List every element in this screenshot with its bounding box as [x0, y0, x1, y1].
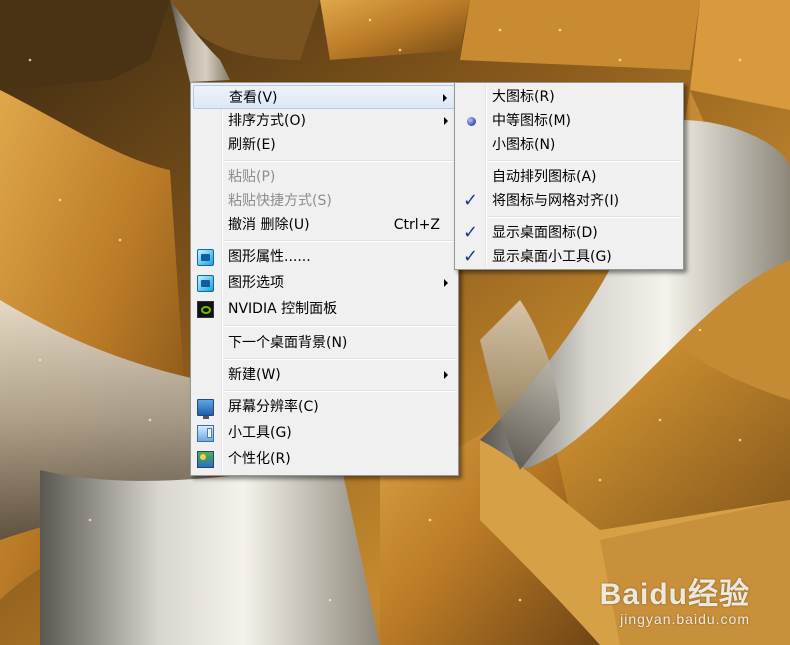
- menu-item-refresh[interactable]: 刷新(E): [193, 133, 456, 157]
- menu-item-label: 下一个桌面背景(N): [228, 335, 348, 351]
- personalize-icon: [197, 451, 214, 468]
- menu-item-next-background[interactable]: 下一个桌面背景(N): [193, 331, 456, 355]
- menu-item-show-desktop-icons[interactable]: ✓ 显示桌面图标(D): [457, 221, 681, 245]
- submenu-arrow-icon: [444, 117, 448, 125]
- menu-item-label: 粘贴快捷方式(S): [228, 193, 332, 209]
- nvidia-icon: [197, 301, 214, 318]
- menu-item-label: 自动排列图标(A): [492, 169, 597, 185]
- intel-graphics-icon: [197, 275, 214, 292]
- menu-item-label: 显示桌面图标(D): [492, 225, 598, 241]
- menu-item-sort-by[interactable]: 排序方式(O): [193, 109, 456, 133]
- menu-item-label: 将图标与网格对齐(I): [492, 193, 620, 209]
- watermark-url: jingyan.baidu.com: [620, 611, 750, 627]
- menu-item-label: 中等图标(M): [492, 113, 572, 129]
- desktop-context-menu: 查看(V) 排序方式(O) 刷新(E) 粘贴(P) 粘贴快捷方式(S) 撤消 删…: [190, 82, 459, 476]
- menu-item-nvidia-control-panel[interactable]: NVIDIA 控制面板: [193, 297, 456, 321]
- menu-item-graphics-options[interactable]: 图形选项: [193, 271, 456, 295]
- radio-bullet-icon: [467, 117, 476, 126]
- menu-item-undo-delete[interactable]: 撤消 删除(U) Ctrl+Z: [193, 213, 456, 237]
- menu-item-label: 图形属性......: [228, 249, 311, 265]
- menu-item-label: 大图标(R): [492, 89, 555, 105]
- menu-item-large-icons[interactable]: 大图标(R): [457, 85, 681, 109]
- checkmark-icon: ✓: [463, 190, 479, 211]
- menu-item-paste-shortcut[interactable]: 粘贴快捷方式(S): [193, 189, 456, 213]
- menu-item-graphics-properties[interactable]: 图形属性......: [193, 245, 456, 269]
- menu-separator: [223, 358, 456, 360]
- menu-item-label: 个性化(R): [228, 451, 291, 467]
- menu-separator: [223, 240, 456, 242]
- view-submenu: 大图标(R) 中等图标(M) 小图标(N) 自动排列图标(A) ✓ 将图标与网格…: [454, 82, 684, 270]
- menu-item-label: 撤消 删除(U): [228, 217, 310, 233]
- menu-item-label: 刷新(E): [228, 137, 276, 153]
- submenu-arrow-icon: [444, 279, 448, 287]
- menu-item-auto-arrange[interactable]: 自动排列图标(A): [457, 165, 681, 189]
- menu-separator: [487, 160, 681, 162]
- menu-item-label: 小工具(G): [228, 425, 292, 441]
- menu-item-medium-icons[interactable]: 中等图标(M): [457, 109, 681, 133]
- monitor-icon: [197, 399, 214, 419]
- menu-item-new[interactable]: 新建(W): [193, 363, 456, 387]
- baidu-watermark: Baidu经验 jingyan.baidu.com: [599, 578, 750, 628]
- intel-graphics-icon: [197, 249, 214, 266]
- menu-item-label: 排序方式(O): [228, 113, 306, 129]
- submenu-arrow-icon: [443, 94, 447, 102]
- submenu-arrow-icon: [444, 371, 448, 379]
- menu-item-shortcut: Ctrl+Z: [393, 217, 440, 233]
- menu-item-label: 查看(V): [229, 90, 278, 106]
- menu-item-paste[interactable]: 粘贴(P): [193, 165, 456, 189]
- menu-item-label: 新建(W): [228, 367, 281, 383]
- menu-separator: [487, 216, 681, 218]
- gadgets-icon: [197, 425, 214, 442]
- menu-item-label: 粘贴(P): [228, 169, 276, 185]
- menu-item-label: 屏幕分辨率(C): [228, 399, 319, 415]
- menu-item-small-icons[interactable]: 小图标(N): [457, 133, 681, 157]
- menu-item-screen-resolution[interactable]: 屏幕分辨率(C): [193, 395, 456, 419]
- menu-separator: [223, 160, 456, 162]
- menu-item-label: 图形选项: [228, 275, 284, 291]
- menu-item-align-to-grid[interactable]: ✓ 将图标与网格对齐(I): [457, 189, 681, 213]
- menu-item-label: 显示桌面小工具(G): [492, 249, 612, 265]
- checkmark-icon: ✓: [463, 222, 479, 243]
- checkmark-icon: ✓: [463, 246, 479, 267]
- menu-item-label: 小图标(N): [492, 137, 556, 153]
- menu-item-view[interactable]: 查看(V): [193, 85, 456, 109]
- menu-item-personalize[interactable]: 个性化(R): [193, 447, 456, 471]
- menu-item-show-desktop-gadgets[interactable]: ✓ 显示桌面小工具(G): [457, 245, 681, 269]
- menu-separator: [223, 390, 456, 392]
- watermark-logo: Baidu经验: [599, 578, 750, 611]
- menu-separator: [223, 325, 456, 327]
- menu-item-label: NVIDIA 控制面板: [228, 301, 338, 317]
- menu-item-gadgets[interactable]: 小工具(G): [193, 421, 456, 445]
